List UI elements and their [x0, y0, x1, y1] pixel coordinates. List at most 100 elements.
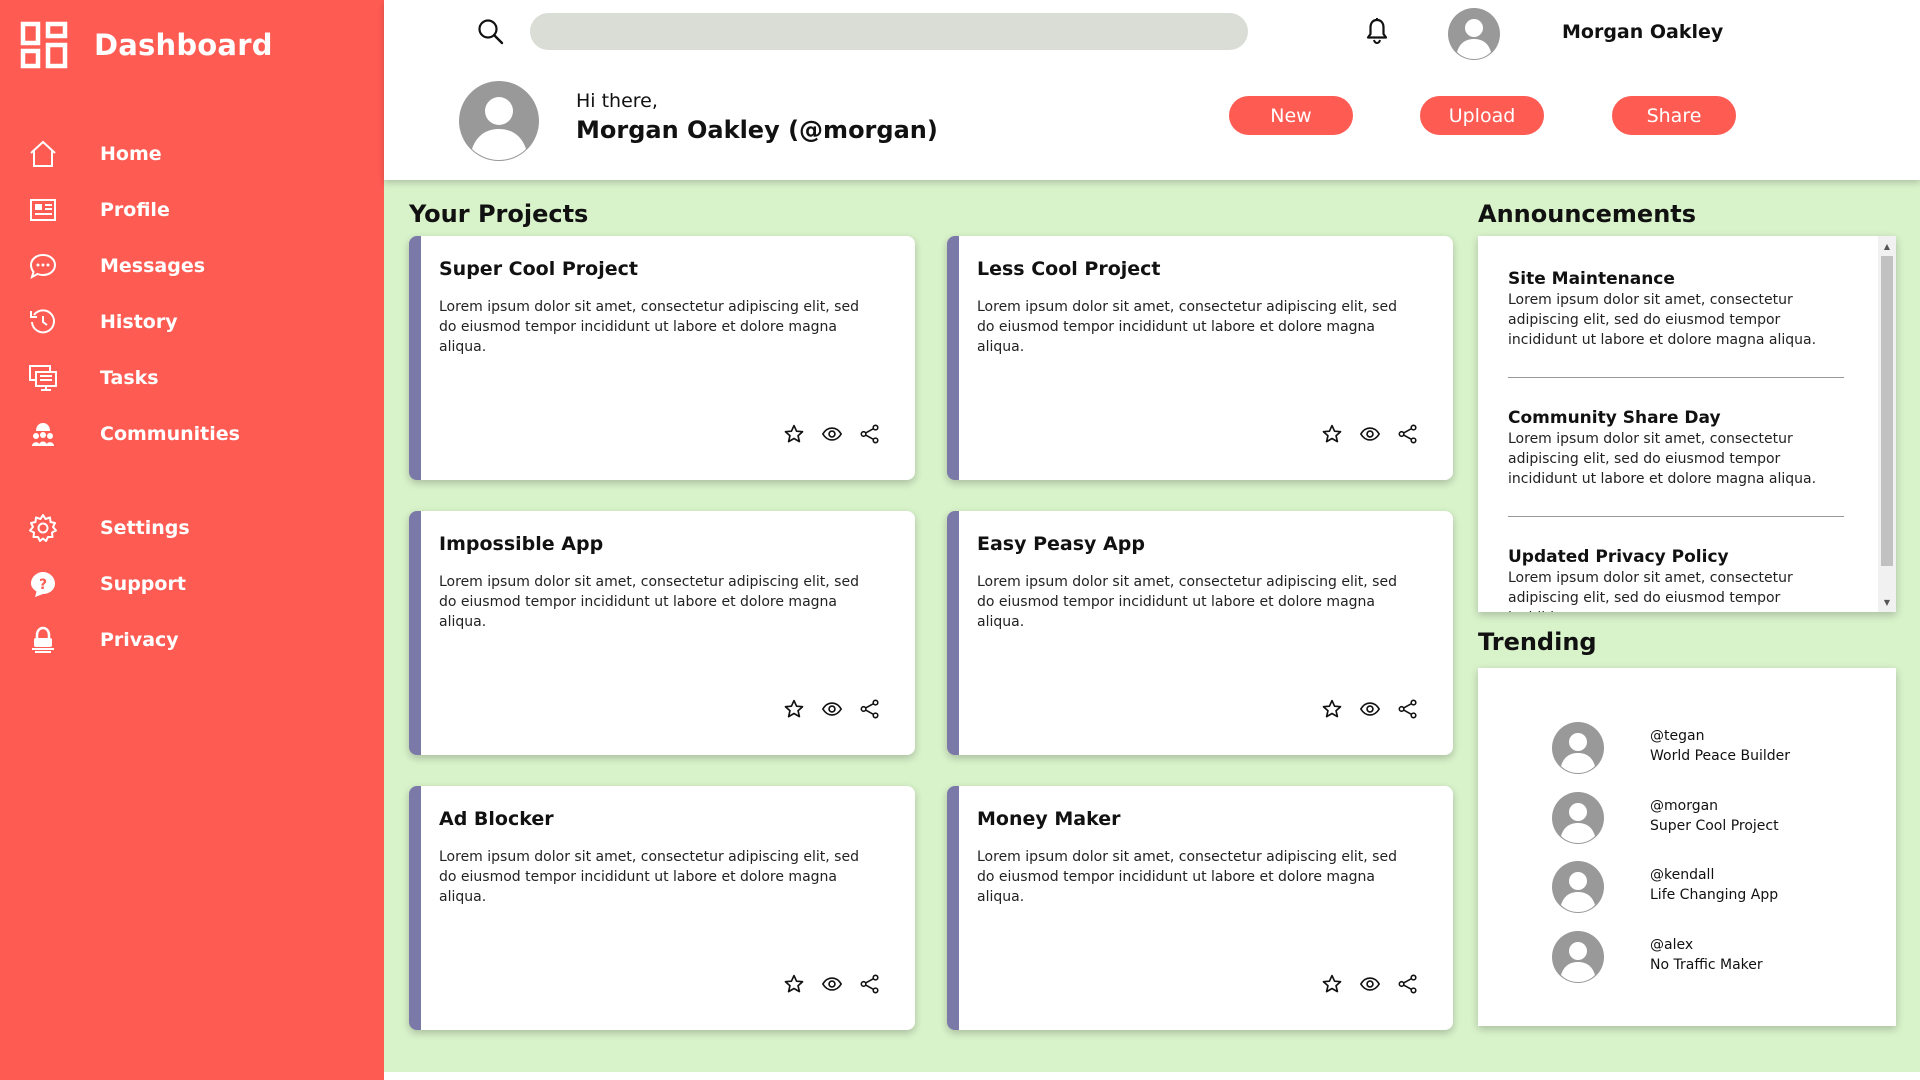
- project-description: Lorem ipsum dolor sit amet, consectetur …: [439, 849, 859, 905]
- project-actions: [782, 697, 882, 721]
- trending-project: Super Cool Project: [1650, 817, 1779, 834]
- privacy-icon: [27, 624, 59, 656]
- trending-item[interactable]: @morgan Super Cool Project: [1552, 791, 1872, 848]
- star-icon[interactable]: [1320, 697, 1344, 721]
- eye-icon[interactable]: [820, 422, 844, 446]
- divider: [1508, 516, 1844, 517]
- sidebar-item-label: Settings: [100, 517, 190, 539]
- project-card[interactable]: Super Cool Project Lorem ipsum dolor sit …: [409, 236, 915, 480]
- share-icon[interactable]: [858, 697, 882, 721]
- scroll-down-arrow-icon[interactable]: ▼: [1878, 594, 1896, 610]
- sidebar-item-label: Communities: [100, 423, 240, 445]
- project-description: Lorem ipsum dolor sit amet, consectetur …: [977, 849, 1397, 905]
- trending-handle: @kendall: [1650, 867, 1715, 883]
- trending-avatar: [1552, 791, 1604, 844]
- star-icon[interactable]: [1320, 422, 1344, 446]
- sidebar-item-settings[interactable]: Settings: [0, 500, 384, 556]
- sidebar-item-label: History: [100, 311, 178, 333]
- sidebar-item-tasks[interactable]: Tasks: [0, 350, 384, 406]
- share-icon[interactable]: [858, 972, 882, 996]
- sidebar-item-label: Support: [100, 573, 186, 595]
- announcement-body: Lorem ipsum dolor sit amet, consectetur …: [1508, 570, 1793, 612]
- trending-handle: @alex: [1650, 936, 1694, 953]
- project-actions: [782, 422, 882, 446]
- header-username[interactable]: Morgan Oakley: [1562, 21, 1723, 43]
- eye-icon[interactable]: [820, 697, 844, 721]
- search-input[interactable]: [530, 13, 1248, 50]
- trending-panel: @tegan World Peace Builder @morgan Super Co…: [1478, 668, 1896, 1026]
- project-description: Lorem ipsum dolor sit amet, consectetur …: [439, 574, 859, 630]
- trending-item[interactable]: @kendall Life Changing App: [1552, 861, 1872, 917]
- project-card[interactable]: Ad Blocker Lorem ipsum dolor sit amet, co…: [409, 786, 915, 1030]
- project-card[interactable]: Money Maker Lorem ipsum dolor sit amet, c…: [947, 786, 1453, 1030]
- sidebar-item-label: Home: [100, 143, 162, 165]
- announcement-item[interactable]: Updated Privacy Policy Lorem ipsum dolor…: [1508, 547, 1844, 612]
- sidebar-item-home[interactable]: Home: [0, 126, 384, 182]
- project-title: Ad Blocker: [439, 808, 554, 830]
- project-actions: [1320, 697, 1420, 721]
- upload-button[interactable]: Upload: [1420, 96, 1544, 135]
- share-icon[interactable]: [1396, 972, 1420, 996]
- trending-item[interactable]: @alex No Traffic Maker: [1552, 930, 1872, 987]
- sidebar-item-label: Privacy: [100, 629, 179, 651]
- app-title: Dashboard: [94, 28, 273, 62]
- eye-icon[interactable]: [1358, 972, 1382, 996]
- announcement-title: Updated Privacy Policy: [1508, 547, 1729, 567]
- share-icon[interactable]: [858, 422, 882, 446]
- sidebar-item-label: Messages: [100, 255, 206, 277]
- trending-avatar: [1552, 722, 1604, 774]
- eye-icon[interactable]: [1358, 422, 1382, 446]
- trending-item[interactable]: @tegan World Peace Builder: [1552, 722, 1872, 778]
- star-icon[interactable]: [782, 697, 806, 721]
- chat-bubble-icon: [27, 250, 59, 282]
- share-button[interactable]: Share: [1612, 96, 1736, 135]
- new-button[interactable]: New: [1229, 96, 1353, 135]
- project-description: Lorem ipsum dolor sit amet, consectetur …: [977, 299, 1397, 355]
- profile-card-icon: [27, 194, 59, 226]
- sidebar-item-history[interactable]: History: [0, 294, 384, 350]
- top-header: Morgan Oakley Hi there, Morgan Oakley (@…: [384, 0, 1920, 180]
- project-title: Super Cool Project: [439, 258, 638, 280]
- notification-bell-icon[interactable]: [1362, 16, 1392, 46]
- greeting-name: Morgan Oakley (@morgan): [576, 116, 938, 144]
- trending-project: No Traffic Maker: [1650, 956, 1763, 973]
- eye-icon[interactable]: [820, 972, 844, 996]
- sidebar-item-messages[interactable]: Messages: [0, 238, 384, 294]
- star-icon[interactable]: [1320, 972, 1344, 996]
- project-card[interactable]: Less Cool Project Lorem ipsum dolor sit a…: [947, 236, 1453, 480]
- sidebar-item-label: Profile: [100, 199, 170, 221]
- trending-project: Life Changing App: [1650, 887, 1779, 903]
- share-icon[interactable]: [1396, 422, 1420, 446]
- scroll-up-arrow-icon[interactable]: ▲: [1878, 238, 1896, 254]
- announcement-item[interactable]: Site Maintenance Lorem ipsum dolor sit a…: [1508, 269, 1844, 350]
- project-card[interactable]: Impossible App Lorem ipsum dolor sit amet…: [409, 511, 915, 755]
- project-description: Lorem ipsum dolor sit amet, consectetur …: [439, 299, 859, 355]
- announcement-item[interactable]: Community Share Day Lorem ipsum dolor si…: [1508, 408, 1844, 489]
- sidebar-item-communities[interactable]: Communities: [0, 406, 384, 462]
- sidebar-item-privacy[interactable]: Privacy: [0, 612, 384, 668]
- project-card[interactable]: Easy Peasy App Lorem ipsum dolor sit amet…: [947, 511, 1453, 755]
- star-icon[interactable]: [782, 422, 806, 446]
- communities-icon: [27, 418, 59, 450]
- svg-text:?: ?: [39, 577, 47, 593]
- dashboard-logo-icon: [20, 21, 68, 69]
- tasks-monitor-icon: [27, 362, 59, 394]
- trending-project: World Peace Builder: [1650, 748, 1790, 764]
- divider: [1508, 377, 1844, 378]
- star-icon[interactable]: [782, 972, 806, 996]
- project-title: Impossible App: [439, 533, 604, 555]
- search-icon[interactable]: [476, 17, 506, 47]
- trending-avatar: [1552, 930, 1604, 983]
- announcements-scrollbar[interactable]: ▲ ▼: [1878, 236, 1896, 612]
- user-avatar[interactable]: [1448, 8, 1500, 60]
- sidebar-item-support[interactable]: ? Support: [0, 556, 384, 612]
- sidebar-item-profile[interactable]: Profile: [0, 182, 384, 238]
- main-content: Your Projects Super Cool Project Lorem ip…: [384, 180, 1920, 1072]
- scrollbar-thumb[interactable]: [1881, 256, 1893, 566]
- share-icon[interactable]: [1396, 697, 1420, 721]
- trending-handle: @morgan: [1650, 797, 1719, 814]
- brand[interactable]: Dashboard: [20, 18, 273, 72]
- project-title: Money Maker: [977, 808, 1121, 830]
- eye-icon[interactable]: [1358, 697, 1382, 721]
